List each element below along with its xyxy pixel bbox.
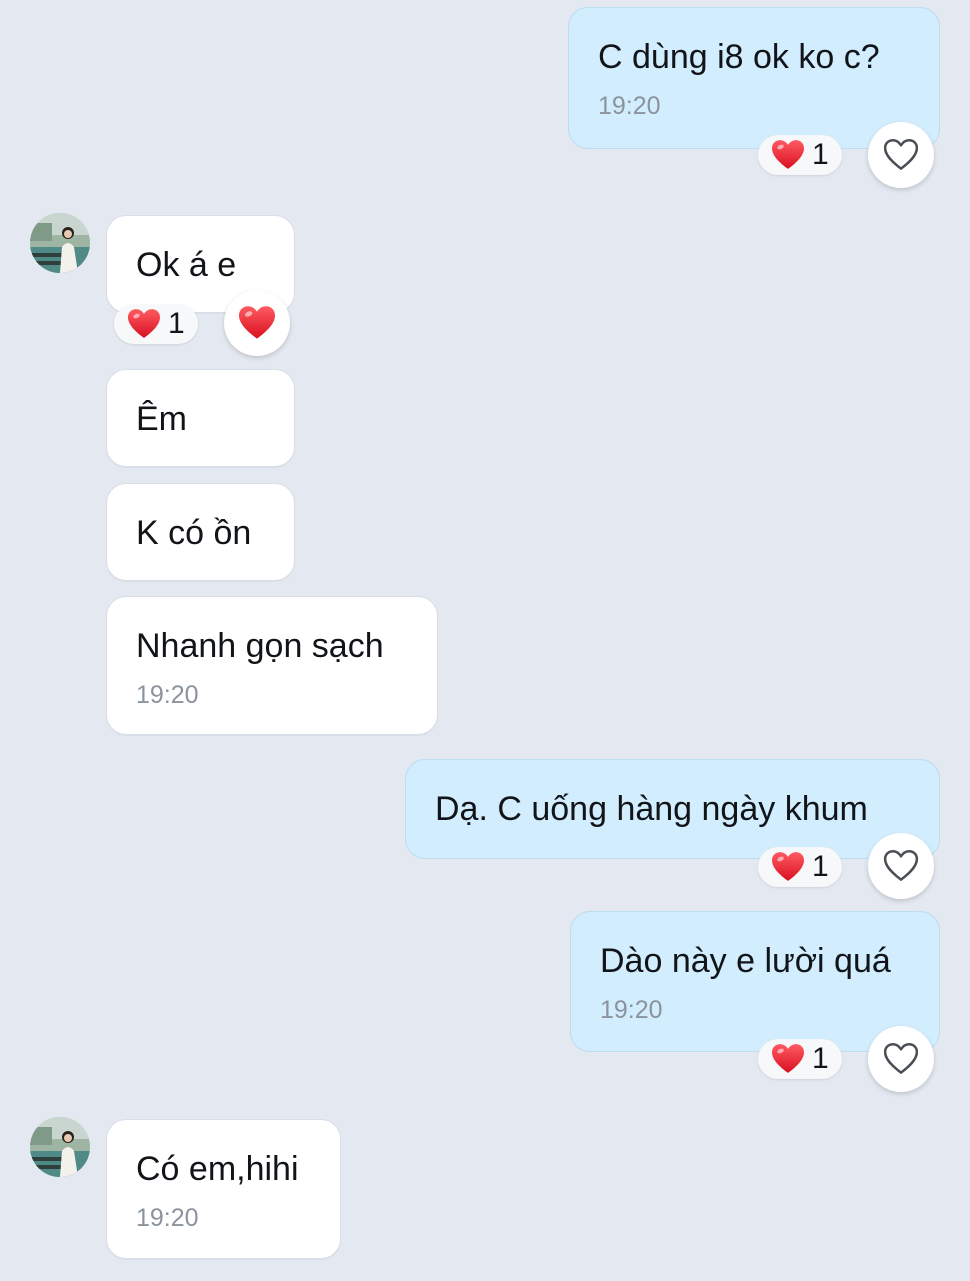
heart-outline-icon xyxy=(882,1042,920,1076)
red-heart-icon xyxy=(770,851,806,883)
message-timestamp: 19:20 xyxy=(598,92,661,120)
red-heart-icon xyxy=(126,308,162,340)
reaction-count: 1 xyxy=(812,1042,829,1075)
react-button-active[interactable] xyxy=(224,290,290,356)
message-timestamp: 19:20 xyxy=(136,681,199,709)
message-bubble-incoming[interactable]: Có em,hihi 19:20 xyxy=(106,1119,341,1259)
avatar-image xyxy=(30,213,90,273)
red-heart-icon xyxy=(770,139,806,171)
avatar-image xyxy=(30,1117,90,1177)
heart-outline-icon xyxy=(882,138,920,172)
heart-outline-icon xyxy=(882,849,920,883)
message-text: K có ồn xyxy=(136,514,252,552)
reaction-pill[interactable]: 1 xyxy=(114,304,198,344)
reaction-count: 1 xyxy=(812,850,829,883)
reaction-count: 1 xyxy=(812,138,829,171)
message-text: Dào này e lười quá xyxy=(600,942,891,980)
message-timestamp: 19:20 xyxy=(600,996,663,1024)
red-heart-icon xyxy=(237,305,277,341)
avatar[interactable] xyxy=(30,213,90,273)
message-text: C dùng i8 ok ko c? xyxy=(598,38,880,76)
reaction-pill[interactable]: 1 xyxy=(758,1039,842,1079)
message-text: Êm xyxy=(136,400,187,438)
message-text: Ok á e xyxy=(136,246,237,284)
react-button[interactable] xyxy=(868,122,934,188)
avatar[interactable] xyxy=(30,1117,90,1177)
react-button[interactable] xyxy=(868,1026,934,1092)
message-text: Nhanh gọn sạch xyxy=(136,627,384,665)
message-bubble-incoming[interactable]: K có ồn xyxy=(106,483,295,581)
message-text: Dạ. C uống hàng ngày khum xyxy=(435,790,868,828)
reaction-count: 1 xyxy=(168,307,185,340)
message-bubble-incoming[interactable]: Êm xyxy=(106,369,295,467)
reaction-pill[interactable]: 1 xyxy=(758,847,842,887)
message-timestamp: 19:20 xyxy=(136,1204,199,1232)
react-button[interactable] xyxy=(868,833,934,899)
message-bubble-incoming[interactable]: Nhanh gọn sạch 19:20 xyxy=(106,596,438,735)
red-heart-icon xyxy=(770,1043,806,1075)
message-text: Có em,hihi xyxy=(136,1150,299,1188)
message-bubble-outgoing[interactable]: Dạ. C uống hàng ngày khum xyxy=(405,759,940,859)
reaction-pill[interactable]: 1 xyxy=(758,135,842,175)
